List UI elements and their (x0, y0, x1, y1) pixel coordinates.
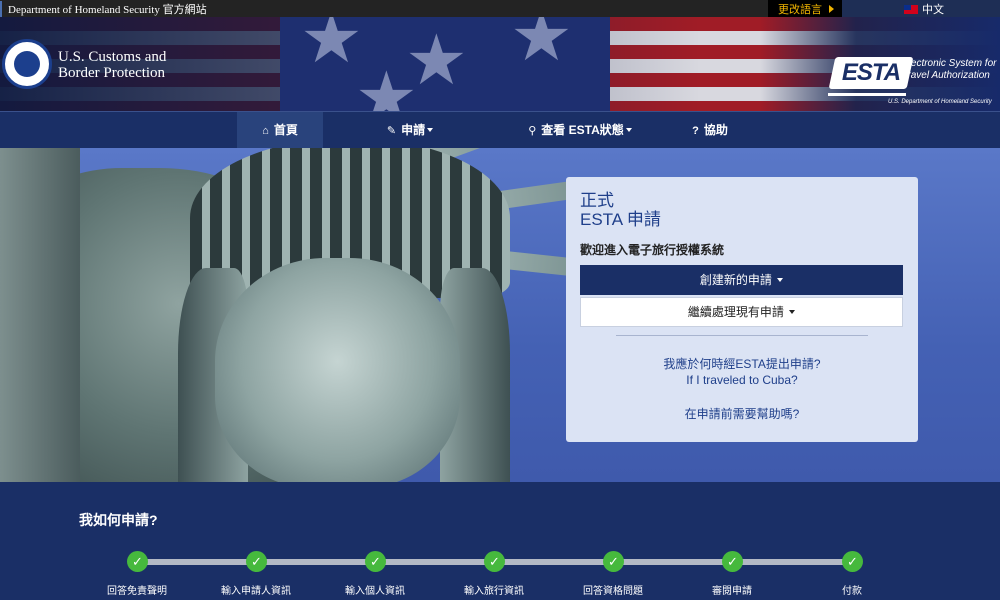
official-site-label: Department of Homeland Security 官方網站 (0, 1, 207, 17)
step-label: 審閱申請 (712, 586, 752, 597)
step-label: 輸入旅行資訊 (464, 586, 524, 597)
search-icon: ⚲ (528, 125, 537, 137)
step-check-icon: ✓ (127, 551, 148, 572)
top-bar: Department of Homeland Security 官方網站 更改語… (0, 0, 1000, 17)
card-divider (616, 335, 868, 336)
esta-subtitle-line2: Travel Authorization (902, 70, 990, 81)
esta-logo-text: ESTA (841, 59, 901, 86)
step-check-icon: ✓ (365, 551, 386, 572)
agency-name-line1: U.S. Customs and (58, 49, 167, 65)
step-label: 回答免責聲明 (107, 586, 167, 597)
when-to-apply-link[interactable]: 我應於何時經ESTA提出申請? (566, 355, 918, 372)
card-title-line2: ESTA 申請 (580, 210, 661, 229)
nav-check-status-label: 查看 ESTA狀態 (541, 123, 624, 137)
step-check-icon: ✓ (246, 551, 267, 572)
how-to-apply-section: 我如何申請? ✓ ✓ ✓ ✓ ✓ ✓ ✓ 回答免責聲明 輸入申請人資訊 輸入個人… (0, 482, 1000, 600)
taiwan-flag-icon (904, 5, 918, 14)
pencil-icon: ✎ (386, 125, 397, 137)
chevron-right-icon (829, 5, 834, 13)
caret-down-icon (777, 278, 784, 282)
current-language[interactable]: 中文 (842, 0, 1000, 17)
change-language-button[interactable]: 更改語言 (768, 0, 842, 17)
main-nav: ⌂ 首頁 ✎ 申請 ⚲ 查看 ESTA狀態 ? 協助 (0, 111, 1000, 149)
esta-logo[interactable]: ESTA (828, 57, 914, 89)
continue-existing-application-button[interactable]: 繼續處理現有申請 (580, 297, 903, 327)
application-card: 正式 ESTA 申請 歡迎進入電子旅行授權系統 創建新的申請 繼續處理現有申請 … (566, 177, 918, 442)
nav-home-label: 首頁 (273, 123, 298, 137)
caret-down-icon (625, 128, 632, 132)
cuba-travel-link[interactable]: If I traveled to Cuba? (566, 373, 918, 387)
change-language-label: 更改語言 (778, 4, 822, 16)
card-title-line1: 正式 (580, 191, 614, 210)
nav-item-help[interactable]: ? 協助 (680, 112, 740, 149)
step-check-icon: ✓ (722, 551, 743, 572)
nav-help-label: 協助 (703, 123, 728, 137)
nav-item-apply[interactable]: ✎ 申請 (368, 112, 452, 149)
step-check-icon: ✓ (842, 551, 863, 572)
step-label: 輸入申請人資訊 (221, 586, 291, 597)
caret-down-icon (789, 310, 796, 314)
nav-item-home[interactable]: ⌂ 首頁 (237, 112, 323, 149)
how-to-apply-title: 我如何申請? (79, 512, 158, 528)
site-header: ★ ★ ★ ★ U.S. Customs and Border Protecti… (0, 17, 1000, 111)
star-icon: ★ (300, 17, 363, 77)
esta-logo-underline (828, 93, 906, 96)
statue-arm (0, 148, 80, 482)
nav-apply-label: 申請 (401, 123, 426, 137)
agency-name-line2: Border Protection (58, 65, 166, 81)
continue-existing-label: 繼續處理現有申請 (687, 305, 784, 319)
esta-department: U.S. Department of Homeland Security (888, 99, 992, 105)
star-icon: ★ (510, 17, 573, 75)
step-label: 輸入個人資訊 (345, 586, 405, 597)
nav-item-check-status[interactable]: ⚲ 查看 ESTA狀態 (520, 112, 640, 149)
statue-face (215, 258, 460, 482)
cbp-logo-text[interactable]: U.S. Customs and Border Protection (58, 49, 166, 81)
star-icon: ★ (355, 58, 418, 111)
create-new-label: 創建新的申請 (699, 273, 772, 287)
welcome-text: 歡迎進入電子旅行授權系統 (580, 243, 725, 257)
need-help-link[interactable]: 在申請前需要幫助嗎? (566, 405, 918, 422)
create-new-application-button[interactable]: 創建新的申請 (580, 265, 903, 295)
step-check-icon: ✓ (603, 551, 624, 572)
step-check-icon: ✓ (484, 551, 505, 572)
step-label: 回答資格問題 (583, 586, 643, 597)
help-icon: ? (692, 125, 699, 137)
esta-subtitle: Electronic System for Travel Authorizati… (902, 58, 996, 82)
caret-down-icon (427, 128, 434, 132)
dhs-seal-icon[interactable] (2, 39, 52, 89)
step-label: 付款 (842, 586, 862, 597)
home-icon: ⌂ (262, 125, 269, 137)
current-language-label: 中文 (922, 4, 944, 16)
esta-subtitle-line1: Electronic System for (902, 58, 997, 69)
